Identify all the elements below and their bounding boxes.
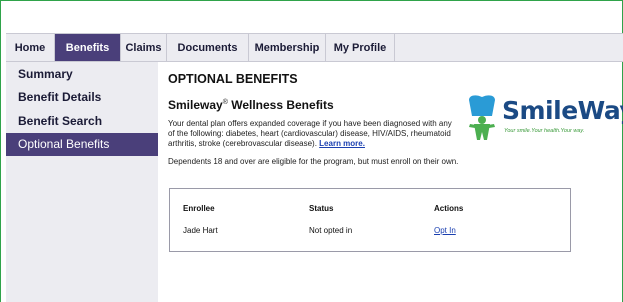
- tab-my-profile[interactable]: My Profile: [326, 34, 395, 61]
- column-header-enrollee: Enrollee: [183, 204, 215, 213]
- column-header-status: Status: [309, 204, 334, 213]
- tab-benefits[interactable]: Benefits: [55, 34, 121, 61]
- dependents-note: Dependents 18 and over are eligible for …: [168, 157, 459, 166]
- sidebar-item-benefit-details[interactable]: Benefit Details: [6, 86, 158, 110]
- top-nav: Home Benefits Claims Documents Membershi…: [6, 33, 623, 62]
- logo-wordmark: SmileWay®: [502, 96, 623, 125]
- section-title-brand: Smileway: [168, 98, 223, 112]
- section-title-rest: Wellness Benefits: [227, 98, 334, 112]
- enrollee-action: Opt In: [434, 226, 456, 235]
- smileway-logo: SmileWay® Your smile.Your health.Your wa…: [464, 94, 623, 140]
- enrollee-status: Not opted in: [309, 226, 353, 235]
- main-content: OPTIONAL BENEFITS Smileway® Wellness Ben…: [158, 62, 623, 302]
- page-title: OPTIONAL BENEFITS: [168, 72, 298, 86]
- sidebar-item-optional-benefits[interactable]: Optional Benefits: [6, 132, 158, 156]
- sidebar: Summary Benefit Details Benefit Search O…: [6, 62, 158, 302]
- tab-documents[interactable]: Documents: [167, 34, 249, 61]
- enrollment-table: Enrollee Status Actions Jade Hart Not op…: [169, 188, 571, 252]
- logo-wordmark-text: SmileWay: [502, 96, 623, 125]
- column-header-actions: Actions: [434, 204, 464, 213]
- description-text: Your dental plan offers expanded coverag…: [168, 119, 452, 148]
- logo-tagline: Your smile.Your health.Your way.: [504, 128, 585, 134]
- opt-in-link[interactable]: Opt In: [434, 226, 456, 235]
- enrollee-name: Jade Hart: [183, 226, 218, 235]
- tab-home[interactable]: Home: [6, 34, 55, 61]
- sidebar-item-benefit-search[interactable]: Benefit Search: [6, 109, 158, 133]
- tooth-person-icon: [469, 95, 495, 140]
- benefit-description: Your dental plan offers expanded coverag…: [168, 119, 458, 149]
- sidebar-item-summary[interactable]: Summary: [6, 62, 158, 86]
- section-title: Smileway® Wellness Benefits: [168, 98, 334, 112]
- tab-membership[interactable]: Membership: [249, 34, 326, 61]
- tab-claims[interactable]: Claims: [121, 34, 167, 61]
- learn-more-link[interactable]: Learn more.: [319, 139, 365, 148]
